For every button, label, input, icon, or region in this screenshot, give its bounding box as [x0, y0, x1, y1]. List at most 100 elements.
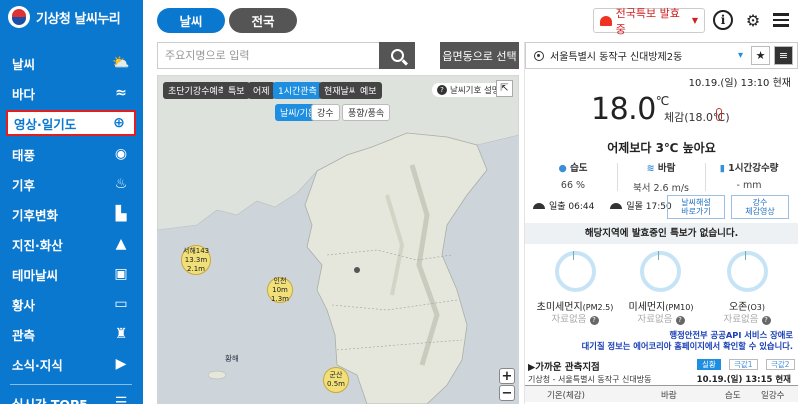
map-btn-yesterday[interactable]: 어제	[248, 82, 275, 99]
map-marker-seohae143[interactable]: 서해143 13.3m 2.1m	[181, 245, 211, 275]
search-button[interactable]	[379, 42, 415, 69]
api-outage-notice: 행정안전부 공공API 서비스 장애로 대기질 정보는 에어코리아 홈페이지에서…	[525, 330, 793, 352]
sidebar-item-climate-change[interactable]: 기후변화 ▙	[6, 201, 136, 227]
factory-icon: ▙	[115, 206, 127, 222]
marker-value: 2.1m	[187, 264, 205, 273]
nearby-station-title: ▶가까운 관측지점	[528, 362, 600, 373]
caret-down-icon: ▼	[691, 16, 698, 25]
pm25-value: 자료없음 ?	[525, 311, 625, 325]
cloud-sun-icon: ⛅	[112, 55, 130, 71]
sidebar-item-earthquake[interactable]: 지진·화산 ▲	[6, 231, 136, 257]
sidebar-item-typhoon[interactable]: 태풍 ◉	[6, 141, 136, 167]
map-btn-nowcast[interactable]: 초단기강수예측	[163, 82, 231, 99]
sunrise-time: 일출 06:44	[549, 202, 595, 212]
info-icon[interactable]: i	[713, 10, 733, 30]
map-marker-incheon[interactable]: 인천 10m 1.3m	[267, 277, 293, 303]
menu-icon[interactable]	[771, 10, 791, 30]
location-target-icon	[534, 50, 544, 61]
video-icon: ▶	[115, 356, 127, 372]
search-input[interactable]	[157, 42, 379, 69]
notice-line: 행정안전부 공공API 서비스 장애로	[669, 330, 794, 340]
metric-label: 1시간강수량	[728, 163, 779, 174]
zoom-in-button[interactable]: +	[499, 368, 515, 384]
map-btn-precip[interactable]: 강수	[311, 104, 340, 121]
wind-icon: ≋	[646, 163, 655, 174]
ozone-value: 자료없음 ?	[697, 311, 797, 325]
sidebar-item-label: 테마날씨	[12, 267, 59, 283]
theme-icon: ▣	[114, 266, 128, 282]
pm10-gauge	[640, 251, 681, 292]
zoom-out-button[interactable]: −	[499, 385, 515, 401]
weather-commentary-button[interactable]: 날씨해설 바로가기	[667, 195, 725, 219]
air-value: 자료없음	[551, 314, 587, 325]
siren-icon	[600, 15, 612, 26]
search-icon	[390, 49, 404, 62]
question-icon: ?	[437, 85, 447, 95]
temperature-unit: ℃	[655, 94, 669, 108]
site-logo[interactable]: 기상청 날씨누리	[8, 6, 121, 28]
list-icon: ☰	[114, 395, 128, 404]
volcano-icon: ▲	[115, 236, 127, 252]
pm25-gauge	[555, 251, 596, 292]
tab-extreme-2[interactable]: 극값2	[766, 359, 795, 370]
tab-weather[interactable]: 날씨	[157, 8, 225, 33]
sidebar-item-label: 지진·화산	[12, 237, 63, 253]
sidebar-item-news[interactable]: 소식·지식 ▶	[6, 351, 136, 377]
sidebar-item-weather[interactable]: 날씨 ⛅	[6, 50, 136, 76]
column-header: 기온(체감)	[547, 391, 585, 401]
location-selector[interactable]: 서울특별시 동작구 신대방제2동 ▾ ★ ≡	[525, 42, 798, 69]
map-btn-forecast[interactable]: 예보	[355, 82, 382, 99]
sidebar-item-label: 관측	[12, 327, 36, 343]
national-alert-button[interactable]: 전국특보 발효중 ▼	[593, 7, 705, 36]
help-icon[interactable]: ?	[761, 316, 771, 325]
nearby-station-time: 10.19.(일) 13:15 현재	[696, 375, 791, 385]
map-btn-wind[interactable]: 풍향/풍속	[342, 104, 391, 121]
tab-national[interactable]: 전국	[229, 8, 297, 33]
ozone-gauge	[727, 251, 768, 292]
marker-value: 0.5m	[327, 380, 345, 388]
divider	[617, 163, 618, 191]
sidebar-divider	[10, 384, 132, 385]
station-table-header: 기온(체감) 바람 습도 일강수	[525, 385, 798, 402]
external-link-icon[interactable]: ⇱	[496, 80, 513, 97]
sidebar-item-observation[interactable]: 관측 ♜	[6, 321, 136, 347]
menu-square-icon[interactable]: ≡	[774, 46, 793, 65]
sidebar-item-imagery[interactable]: 영상·일기도 ⊕	[6, 110, 136, 136]
marker-name: 인천	[273, 276, 287, 285]
sidebar-item-label: 태풍	[12, 147, 36, 163]
temperature-value: 18.0	[591, 92, 656, 127]
weather-symbol-legend-button[interactable]: ? 날씨기호 설명	[432, 83, 505, 97]
map-marker-gunsan[interactable]: 군산 0.5m	[323, 367, 349, 393]
sidebar: 기상청 날씨누리 날씨 ⛅ 바다 ≈ 영상·일기도 ⊕ 태풍 ◉ 기후 ♨ 기후…	[0, 0, 143, 404]
help-icon[interactable]: ?	[675, 316, 685, 325]
tab-current-obs[interactable]: 실황	[697, 359, 721, 370]
marker-value: 10m	[272, 285, 288, 294]
map-btn-warning[interactable]: 특보	[223, 82, 250, 99]
marker-value: 13.3m	[184, 255, 208, 264]
tab-extreme-1[interactable]: 극값1	[729, 359, 758, 370]
weather-map[interactable]: 초단기강수예측 특보 어제 1시간관측 현재날씨 예보 날씨/기온 강수 풍향/…	[157, 75, 519, 404]
button-label: 날씨해설	[681, 198, 711, 207]
sidebar-item-theme-weather[interactable]: 테마날씨 ▣	[6, 261, 136, 287]
marker-name: 서해143	[182, 246, 210, 255]
column-header: 일강수	[761, 391, 785, 401]
thermometer-icon	[716, 108, 722, 121]
map-btn-hourly-obs[interactable]: 1시간관측	[273, 82, 322, 99]
nearby-station-location: 기상청 - 서울특별시 동작구 신대방동	[528, 375, 652, 384]
rain-video-button[interactable]: 강수 체감영상	[731, 195, 789, 219]
marker-value: 1.3m	[271, 294, 289, 303]
sidebar-item-yellow-dust[interactable]: 황사 ▭	[6, 291, 136, 317]
chevron-down-icon: ▾	[737, 50, 743, 61]
sidebar-item-label: 기후변화	[12, 207, 59, 223]
sidebar-item-climate[interactable]: 기후 ♨	[6, 171, 136, 197]
help-icon[interactable]: ?	[589, 316, 599, 325]
favorite-star-icon[interactable]: ★	[751, 46, 770, 65]
sidebar-item-top5[interactable]: 실시간 TOP5 ☰	[6, 390, 136, 404]
sunset-time: 일몰 17:50	[626, 202, 672, 212]
gear-icon[interactable]: ⚙	[743, 10, 763, 30]
sidebar-item-ocean[interactable]: 바다 ≈	[6, 80, 136, 106]
town-select-button[interactable]: 읍면동으로 선택	[440, 42, 519, 69]
sidebar-item-label: 날씨	[12, 56, 36, 72]
metric-value: 66 %	[560, 180, 586, 191]
button-label: 체감영상	[745, 207, 775, 216]
